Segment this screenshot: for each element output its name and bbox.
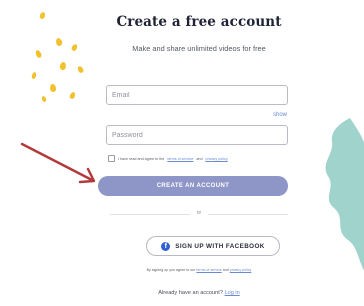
fine-print-text: By signing up you agree to our bbox=[146, 268, 196, 272]
decorative-dot bbox=[49, 83, 57, 93]
decorative-dot bbox=[68, 91, 77, 100]
decorative-dot bbox=[38, 11, 47, 20]
decorative-dot bbox=[55, 37, 63, 47]
fine-print-and-text: and bbox=[222, 268, 229, 272]
email-field[interactable] bbox=[106, 85, 288, 105]
decorative-dot bbox=[70, 43, 79, 52]
or-separator: or bbox=[196, 210, 202, 216]
password-field[interactable] bbox=[106, 125, 288, 145]
divider-right bbox=[208, 214, 288, 215]
signup-fine-print: By signing up you agree to our terms of … bbox=[104, 268, 294, 272]
login-link[interactable]: Log in bbox=[225, 290, 240, 296]
facebook-signup-label: SIGN UP WITH FACEBOOK bbox=[175, 242, 265, 250]
fine-print-privacy-link[interactable]: privacy policy bbox=[230, 268, 252, 272]
page-title: Create a free account bbox=[116, 14, 282, 30]
decorative-dot bbox=[59, 61, 67, 71]
fine-print-terms-link[interactable]: terms of service bbox=[196, 268, 221, 272]
decorative-dot bbox=[34, 49, 43, 59]
facebook-signup-button[interactable]: f SIGN UP WITH FACEBOOK bbox=[146, 236, 280, 256]
annotation-arrow bbox=[20, 142, 96, 184]
decorative-dot bbox=[41, 95, 47, 103]
create-account-button[interactable]: CREATE AN ACCOUNT bbox=[98, 176, 288, 196]
terms-and-text: and bbox=[196, 156, 203, 161]
login-prompt: Already have an account? Log in bbox=[104, 290, 294, 296]
show-password-link[interactable]: show bbox=[273, 112, 287, 118]
terms-checkbox[interactable] bbox=[108, 155, 115, 162]
privacy-policy-link[interactable]: privacy policy bbox=[206, 157, 228, 161]
login-prompt-text: Already have an account? bbox=[158, 290, 223, 296]
decorative-dot bbox=[76, 65, 85, 74]
terms-of-service-link[interactable]: terms of service bbox=[167, 157, 193, 161]
facebook-icon: f bbox=[161, 241, 171, 251]
divider-left bbox=[110, 214, 190, 215]
decorative-dot bbox=[31, 71, 37, 80]
page-subtitle: Make and share unlimited videos for free bbox=[132, 44, 266, 53]
decorative-blob bbox=[325, 118, 364, 271]
terms-agreement: I have read and agree to the terms of se… bbox=[108, 155, 292, 162]
terms-text: I have read and agree to the bbox=[118, 156, 165, 161]
